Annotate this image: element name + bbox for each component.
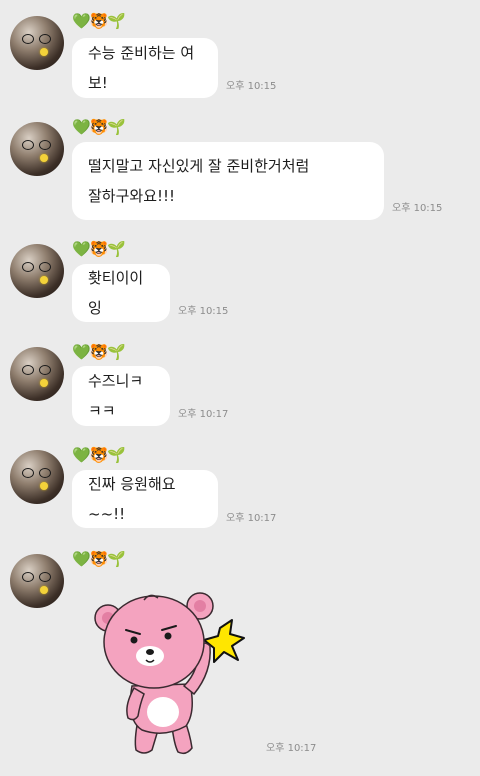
avatar[interactable] bbox=[10, 244, 64, 298]
avatar-flower bbox=[40, 154, 48, 162]
message-bubble[interactable]: 수즈니ㅋㅋㅋ bbox=[72, 366, 170, 426]
avatar[interactable] bbox=[10, 16, 64, 70]
message-time: 오후 10:15 bbox=[392, 203, 443, 214]
avatar-flower bbox=[40, 48, 48, 56]
avatar[interactable] bbox=[10, 122, 64, 176]
message-bubble[interactable]: 수능 준비하는 여보! bbox=[72, 38, 218, 98]
message-time: 오후 10:17 bbox=[226, 513, 277, 524]
avatar-photo bbox=[22, 140, 52, 150]
avatar[interactable] bbox=[10, 554, 64, 608]
avatar-photo bbox=[22, 262, 52, 272]
message-bubble[interactable]: 진짜 응원해요~~!! bbox=[72, 470, 218, 528]
sender-name: 💚🐯🌱 bbox=[72, 446, 126, 464]
sender-name: 💚🐯🌱 bbox=[72, 240, 126, 258]
avatar-photo bbox=[22, 365, 52, 375]
avatar-flower bbox=[40, 379, 48, 387]
message-time: 오후 10:17 bbox=[178, 409, 229, 420]
sender-name: 💚🐯🌱 bbox=[72, 343, 126, 361]
message-time: 오후 10:15 bbox=[226, 81, 277, 92]
avatar[interactable] bbox=[10, 347, 64, 401]
avatar-flower bbox=[40, 586, 48, 594]
avatar[interactable] bbox=[10, 450, 64, 504]
avatar-flower bbox=[40, 482, 48, 490]
sender-name: 💚🐯🌱 bbox=[72, 12, 126, 30]
avatar-photo bbox=[22, 34, 52, 44]
message-bubble[interactable]: 홧티이이잉 bbox=[72, 264, 170, 322]
message-time: 오후 10:17 bbox=[266, 743, 317, 754]
avatar-photo bbox=[22, 468, 52, 478]
message-bubble[interactable]: 떨지말고 자신있게 잘 준비한거처럼 잘하구와요!!! bbox=[72, 142, 384, 220]
sender-name: 💚🐯🌱 bbox=[72, 118, 126, 136]
message-time: 오후 10:15 bbox=[178, 306, 229, 317]
avatar-photo bbox=[22, 572, 52, 582]
avatar-flower bbox=[40, 276, 48, 284]
sender-name: 💚🐯🌱 bbox=[72, 550, 126, 568]
pink-bear-salute-sticker[interactable] bbox=[86, 590, 256, 762]
